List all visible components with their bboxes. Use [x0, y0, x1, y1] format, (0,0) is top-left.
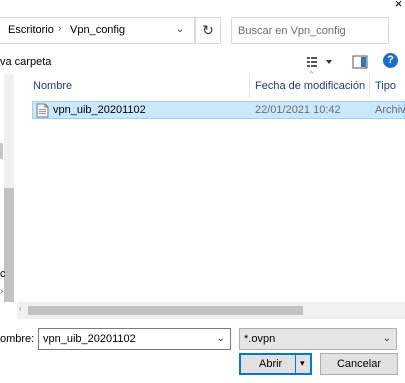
- column-divider[interactable]: [249, 74, 250, 98]
- file-list[interactable]: ⌃ Nombre Fecha de modificación Tipo vpn_…: [27, 70, 405, 302]
- open-button-label: Abrir: [259, 358, 283, 370]
- nav-item-marker: [0, 143, 3, 159]
- file-type-filter[interactable]: *.ovpn ⌄: [239, 328, 397, 350]
- chevron-down-icon[interactable]: ⌄: [174, 24, 186, 38]
- file-name[interactable]: vpn_uib_20201102: [53, 104, 146, 116]
- column-header-type[interactable]: Tipo: [375, 80, 396, 92]
- breadcrumb-vpn-config[interactable]: Vpn_config: [70, 24, 125, 36]
- column-header-date-modified[interactable]: Fecha de modificación: [255, 80, 365, 92]
- filename-value[interactable]: vpn_uib_20201102: [43, 333, 136, 345]
- chevron-down-icon[interactable]: ⌄: [217, 333, 225, 344]
- open-button[interactable]: Abrir ▾: [239, 353, 312, 375]
- ovpn-file-icon: [36, 103, 49, 118]
- refresh-button[interactable]: ↻: [195, 17, 221, 44]
- filename-input[interactable]: vpn_uib_20201102 ⌄: [38, 328, 231, 350]
- preview-pane-icon[interactable]: [352, 55, 368, 69]
- file-type: Archiv: [375, 104, 405, 116]
- column-header-name[interactable]: Nombre: [33, 80, 72, 92]
- nav-expand-icon[interactable]: ›: [0, 286, 3, 297]
- cancel-button[interactable]: Cancelar: [320, 353, 398, 375]
- scroll-left-icon[interactable]: ‹: [19, 304, 22, 313]
- filename-label: ombre:: [0, 333, 35, 345]
- breadcrumb-escritorio[interactable]: Escritorio: [8, 24, 54, 36]
- open-dropdown-icon[interactable]: ▾: [300, 358, 305, 369]
- new-folder-button[interactable]: va carpeta: [0, 56, 51, 68]
- file-date-modified: 22/01/2021 10:42: [255, 104, 341, 116]
- help-icon[interactable]: ?: [383, 53, 398, 68]
- horizontal-scrollbar-thumb[interactable]: [28, 306, 303, 315]
- column-divider[interactable]: [369, 74, 370, 98]
- sort-indicator-icon: ⌃: [308, 70, 315, 79]
- close-icon[interactable]: ×: [392, 0, 405, 10]
- split-divider: [295, 355, 296, 373]
- chevron-right-icon[interactable]: ›: [58, 23, 61, 34]
- filter-value: *.ovpn: [244, 333, 276, 345]
- view-options-icon[interactable]: [306, 55, 334, 69]
- nav-scrollbar-thumb[interactable]: [4, 188, 14, 302]
- address-bar[interactable]: Escritorio › Vpn_config ⌄: [0, 17, 195, 44]
- nav-item-text[interactable]: c: [0, 268, 6, 280]
- search-input[interactable]: Buscar en Vpn_config: [231, 17, 389, 44]
- chevron-down-icon[interactable]: ⌄: [383, 333, 391, 344]
- refresh-icon: ↻: [202, 22, 214, 38]
- search-placeholder: Buscar en Vpn_config: [238, 25, 346, 37]
